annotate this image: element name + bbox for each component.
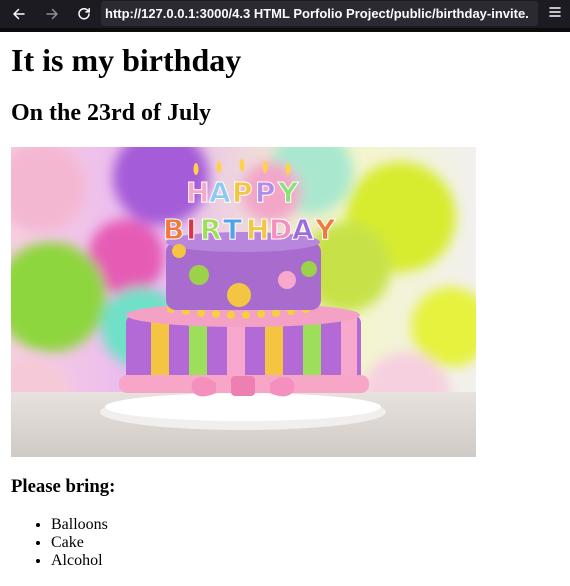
bring-list: Balloons Cake Alcohol [11,516,108,570]
svg-text:H: H [246,213,269,246]
url-bar[interactable]: http://127.0.0.1:3000/4.3 HTML Porfolio … [101,1,538,26]
back-button[interactable] [7,0,31,28]
list-item-cake: Cake [51,534,108,552]
svg-text:T: T [223,213,242,246]
page-subtitle: On the 23rd of July [11,100,212,126]
back-arrow-icon [12,7,26,21]
svg-text:Y: Y [314,213,336,246]
bring-heading: Please bring: [11,476,116,497]
reload-icon [77,7,91,21]
birthday-cake-image: H A P P Y B I R T H D A Y [11,147,476,457]
svg-text:Y: Y [277,176,299,209]
forward-button[interactable] [40,0,64,28]
reload-button[interactable] [72,0,96,28]
svg-text:I: I [186,213,196,246]
hamburger-menu-icon [548,5,562,23]
svg-text:H: H [186,176,209,209]
page-title: It is my birthday [11,42,242,78]
app-menu-button[interactable] [545,0,565,28]
svg-text:R: R [200,213,222,246]
svg-text:B: B [163,213,184,246]
svg-text:P: P [232,176,253,209]
svg-text:A: A [209,176,231,209]
browser-toolbar: http://127.0.0.1:3000/4.3 HTML Porfolio … [0,0,570,32]
svg-text:P: P [255,176,276,209]
list-item-balloons: Balloons [51,516,108,534]
page-content: It is my birthday On the 23rd of July H … [0,32,570,586]
list-item-alcohol: Alcohol [51,552,108,570]
svg-text:D: D [269,213,292,246]
forward-arrow-icon [45,7,59,21]
svg-text:A: A [292,213,314,246]
